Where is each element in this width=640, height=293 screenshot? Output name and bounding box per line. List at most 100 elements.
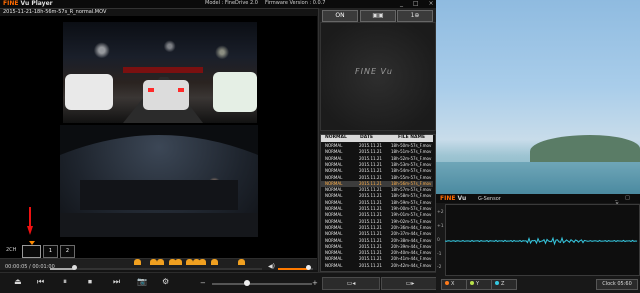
file-cell-type: NORMAL [325,256,343,262]
file-row[interactable]: NORMAL 2015.11.21 18h-59m-57s_F.mov [321,200,433,206]
file-cell-date: 2015.11.21 [359,199,382,205]
file-cell-name: 18h-54m-57s_F.mov [391,168,432,174]
camera-icon[interactable]: 📷 [137,277,147,286]
column-header-date[interactable]: DATE [360,135,373,140]
speed-slider[interactable] [212,283,312,285]
file-row[interactable]: NORMAL 2015.11.21 19h-00m-57s_F.mov [321,206,433,212]
speed-thumb[interactable] [244,280,250,286]
settings-icon[interactable]: ⚙ [162,277,169,286]
pause-icon[interactable]: ⏸ [63,277,67,287]
file-cell-name: 18h-52m-57s_F.mov [391,155,432,161]
red-arrow-annotation [27,207,33,235]
file-cell-type: NORMAL [325,149,343,155]
channel-2-button[interactable]: 2 [60,245,75,258]
speed-plus-icon[interactable]: + [312,279,318,287]
file-row[interactable]: NORMAL 2015.11.21 18h-55m-57s_F.mov [321,175,433,181]
window-controls[interactable]: _ □ × [400,0,438,7]
file-cell-type: NORMAL [325,237,343,243]
file-cell-date: 2015.11.21 [359,231,382,237]
file-row[interactable]: NORMAL 2015.11.21 18h-51m-57s_F.mov [321,149,433,155]
seek-thumb[interactable] [72,265,77,270]
event-marker-icon[interactable] [157,259,164,265]
clock-button[interactable]: Clock 05:60 [596,279,638,290]
file-cell-type: NORMAL [325,212,343,218]
event-marker-icon[interactable] [150,259,157,265]
channel-2ch-button[interactable] [22,245,41,258]
current-filename: 2015-11-21-18h-56m-57s_R_normal.MOV [3,9,107,15]
left-car [65,74,113,110]
column-header-filename[interactable]: FILE NAME [398,135,425,140]
file-cell-type: NORMAL [325,193,343,199]
stop-icon[interactable]: ⏹ [88,277,92,287]
speed-minus-icon[interactable]: − [200,279,206,287]
file-cell-type: NORMAL [325,174,343,180]
event-marker-icon[interactable] [175,259,182,265]
file-cell-name: 18h-50m-57s_F.mov [391,143,432,148]
file-row[interactable]: NORMAL 2015.11.21 18h-54m-57s_F.mov [321,168,433,174]
volume-thumb[interactable] [306,265,311,270]
eject-icon[interactable]: ⏏ [14,277,22,286]
file-cell-type: NORMAL [325,180,343,186]
event-marker-icon[interactable] [211,259,218,265]
file-row[interactable]: NORMAL 2015.11.21 20h-42m-44s_F.mov [321,263,433,269]
rear-camera-view[interactable] [60,125,258,237]
axis-z-toggle[interactable]: Z [491,279,517,290]
on-button[interactable]: ON [322,10,358,22]
file-cell-name: 20h-39m-44s_F.mov [391,243,432,249]
axis-x-label: X [451,281,455,287]
file-row[interactable]: NORMAL 2015.11.21 20h-37m-44s_F.mov [321,231,433,237]
file-cell-type: NORMAL [325,224,343,230]
file-row[interactable]: NORMAL 2015.11.21 18h-56m-57s_F.mov [321,180,433,187]
event-marker-icon[interactable] [199,259,206,265]
event-marker-icon[interactable] [134,259,141,265]
file-row[interactable]: NORMAL 2015.11.21 20h-39m-44s_F.mov [321,244,433,250]
file-cell-type: NORMAL [325,231,343,237]
player-logo: FINE Vu Player [3,0,53,7]
column-header-type[interactable]: NORMAL [325,135,347,140]
logo-player-text: Vu Player [20,0,53,7]
time-display: 00:00:05 / 00:01:00 [5,264,55,270]
file-row[interactable]: NORMAL 2015.11.21 18h-53m-57s_F.mov [321,162,433,168]
file-row[interactable]: NORMAL 2015.11.21 18h-52m-57s_F.mov [321,156,433,162]
volume-fill [278,268,308,270]
arrow-shaft [29,207,31,227]
previous-file-button[interactable]: ▭◂ [322,277,380,290]
file-row[interactable]: NORMAL 2015.11.21 18h-58m-57s_F.mov [321,193,433,199]
file-row[interactable]: NORMAL 2015.11.21 20h-36m-44s_F.mov [321,225,433,231]
file-cell-date: 2015.11.21 [359,256,382,262]
file-row[interactable]: NORMAL 2015.11.21 20h-41m-44s_F.mov [321,256,433,262]
file-row[interactable]: NORMAL 2015.11.21 19h-01m-57s_F.mov [321,212,433,218]
capture-button[interactable]: ▣▣ [360,10,396,22]
axis-y-dot-icon [470,281,474,285]
channel-1-button[interactable]: 1 [43,245,58,258]
front-camera-scene [65,67,257,123]
y-tick: 0 [437,238,440,243]
arrow-head [27,226,33,235]
file-row[interactable]: NORMAL 2015.11.21 20h-38m-44s_F.mov [321,238,433,244]
file-cell-date: 2015.11.21 [359,174,382,180]
y-tick: +1 [437,224,444,229]
previous-icon[interactable]: ⏮ [37,277,44,287]
next-file-button[interactable]: ▭▸ [381,277,439,290]
gsensor-logo-fine: FINE [440,195,456,202]
zoom-button[interactable]: 1⊕ [397,10,433,22]
file-row[interactable]: NORMAL 2015.11.21 18h-50m-57s_F.mov [321,143,433,149]
front-camera-view[interactable] [63,22,257,123]
file-cell-name: 20h-38m-44s_F.mov [391,237,432,243]
file-cell-date: 2015.11.21 [359,218,382,224]
distant-lights [123,67,203,73]
sea [436,162,640,194]
file-row[interactable]: NORMAL 2015.11.21 19h-02m-57s_F.mov [321,219,433,225]
file-row[interactable]: NORMAL 2015.11.21 18h-57m-57s_F.mov [321,187,433,193]
rear-street [80,180,238,210]
file-row[interactable]: NORMAL 2015.11.21 20h-40m-44s_F.mov [321,250,433,256]
next-icon[interactable]: ⏭ [113,277,120,287]
axis-x-toggle[interactable]: X [441,279,467,290]
volume-icon[interactable]: ◀) [268,263,275,270]
event-marker-icon[interactable] [186,259,193,265]
file-cell-name: 20h-37m-44s_F.mov [391,231,432,237]
event-marker-icon[interactable] [238,259,245,265]
file-cell-date: 2015.11.21 [359,212,382,218]
axis-y-toggle[interactable]: Y [466,279,492,290]
seek-track[interactable] [50,268,262,270]
